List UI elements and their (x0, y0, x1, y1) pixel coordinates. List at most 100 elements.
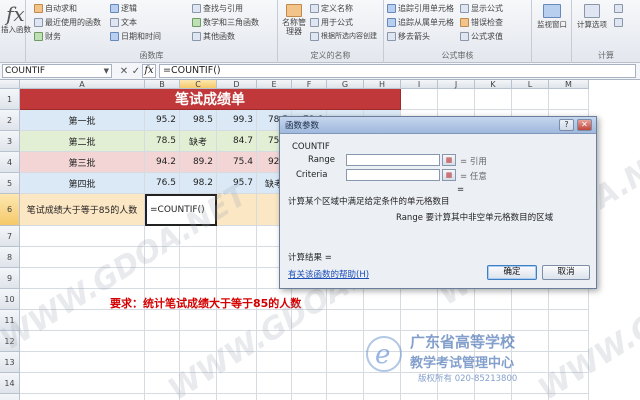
row-header[interactable]: 5 (0, 173, 20, 194)
score-cell[interactable]: 75.4 (217, 152, 257, 173)
row-header[interactable]: 1 (0, 89, 20, 110)
column-header[interactable]: F (292, 80, 327, 89)
cell[interactable] (549, 394, 589, 400)
cell[interactable] (145, 394, 180, 400)
trace-precedents-button[interactable]: 追踪引用单元格 (387, 3, 454, 14)
cell[interactable] (145, 352, 180, 373)
cell[interactable] (217, 194, 257, 226)
score-cell[interactable]: 84.7 (217, 131, 257, 152)
cell[interactable] (438, 289, 475, 310)
cell[interactable] (512, 310, 549, 331)
cell[interactable] (257, 331, 292, 352)
text-button[interactable]: 文本 (110, 17, 137, 28)
column-header[interactable]: D (217, 80, 257, 89)
row-header[interactable]: 6 (0, 194, 20, 226)
score-cell[interactable]: 98.5 (180, 110, 217, 131)
cell[interactable] (438, 394, 475, 400)
criteria-input[interactable] (346, 169, 440, 181)
insert-function-icon[interactable]: fx (142, 64, 156, 78)
cell[interactable] (217, 310, 257, 331)
row-header[interactable]: 9 (0, 268, 20, 289)
score-cell[interactable]: 95.7 (217, 173, 257, 194)
cell[interactable] (327, 310, 364, 331)
collapse-range-button[interactable]: ▦ (442, 154, 456, 166)
cell[interactable] (180, 247, 217, 268)
cell[interactable] (20, 310, 145, 331)
cell[interactable] (512, 331, 549, 352)
fx-icon[interactable]: fx (6, 2, 25, 26)
cell[interactable] (512, 289, 549, 310)
cell[interactable] (292, 373, 327, 394)
cell[interactable] (401, 394, 438, 400)
column-header[interactable]: M (549, 80, 589, 89)
batch-name-cell[interactable]: 第三批 (20, 152, 145, 173)
autosum-button[interactable]: 自动求和 (34, 3, 77, 14)
cell[interactable] (217, 226, 257, 247)
datetime-button[interactable]: 日期和时间 (110, 31, 161, 42)
row-header[interactable]: 13 (0, 352, 20, 373)
cell[interactable] (257, 394, 292, 400)
cell[interactable] (217, 394, 257, 400)
sheet-title[interactable]: 笔试成绩单 (20, 89, 401, 110)
cell[interactable] (217, 352, 257, 373)
row-header[interactable]: 10 (0, 289, 20, 310)
count-label-cell[interactable]: 笔试成绩大于等于85的人数 (20, 194, 145, 226)
row-header[interactable]: 14 (0, 373, 20, 394)
cell[interactable] (364, 394, 401, 400)
cancel-icon[interactable]: ✕ (118, 66, 130, 77)
column-header[interactable]: A (20, 80, 145, 89)
watch-window-button[interactable]: 监视窗口 (536, 4, 568, 30)
cell[interactable] (145, 331, 180, 352)
row-header[interactable]: 15 (0, 394, 20, 400)
cell[interactable] (180, 268, 217, 289)
cell[interactable] (180, 373, 217, 394)
score-cell[interactable]: 95.2 (145, 110, 180, 131)
cell[interactable] (512, 394, 549, 400)
batch-name-cell[interactable]: 第二批 (20, 131, 145, 152)
recent-functions-button[interactable]: 最近使用的函数 (34, 17, 101, 28)
cell[interactable] (180, 226, 217, 247)
cell[interactable] (217, 373, 257, 394)
score-cell[interactable]: 98.2 (180, 173, 217, 194)
define-name-button[interactable]: 定义名称 (310, 3, 353, 14)
cell[interactable] (549, 352, 589, 373)
calc-now-button[interactable] (614, 4, 623, 13)
score-cell[interactable]: 89.2 (180, 152, 217, 173)
error-check-button[interactable]: 错误检查 (460, 17, 503, 28)
cell[interactable] (549, 289, 589, 310)
score-cell[interactable]: 78.5 (145, 131, 180, 152)
score-cell[interactable]: 缺考 (180, 131, 217, 152)
range-input[interactable] (346, 154, 440, 166)
logic-button[interactable]: 逻辑 (110, 3, 137, 14)
cell[interactable] (145, 310, 180, 331)
chevron-down-icon[interactable]: ▼ (104, 65, 109, 77)
cell[interactable] (549, 373, 589, 394)
cell[interactable] (364, 373, 401, 394)
cell[interactable] (512, 89, 549, 110)
cell[interactable] (549, 310, 589, 331)
enter-icon[interactable]: ✓ (130, 66, 142, 77)
create-from-selection-button[interactable]: 根据所选内容创建 (310, 31, 377, 41)
use-in-formula-button[interactable]: 用于公式 (310, 17, 353, 28)
cell[interactable] (512, 373, 549, 394)
cell[interactable] (292, 331, 327, 352)
close-button[interactable]: ✕ (577, 119, 592, 131)
cell[interactable] (327, 352, 364, 373)
score-cell[interactable]: 94.2 (145, 152, 180, 173)
cell[interactable] (292, 352, 327, 373)
cell[interactable] (217, 331, 257, 352)
cell[interactable] (180, 394, 217, 400)
cell[interactable] (217, 247, 257, 268)
cell[interactable] (257, 310, 292, 331)
ok-button[interactable]: 确定 (487, 265, 537, 280)
cell[interactable] (20, 352, 145, 373)
cell[interactable] (257, 352, 292, 373)
select-all-corner[interactable] (0, 80, 20, 89)
cell[interactable] (401, 89, 438, 110)
row-header[interactable]: 4 (0, 152, 20, 173)
cell[interactable] (145, 247, 180, 268)
cell[interactable] (438, 89, 475, 110)
cell[interactable] (145, 226, 180, 247)
batch-name-cell[interactable]: 第一批 (20, 110, 145, 131)
collapse-criteria-button[interactable]: ▦ (442, 169, 456, 181)
